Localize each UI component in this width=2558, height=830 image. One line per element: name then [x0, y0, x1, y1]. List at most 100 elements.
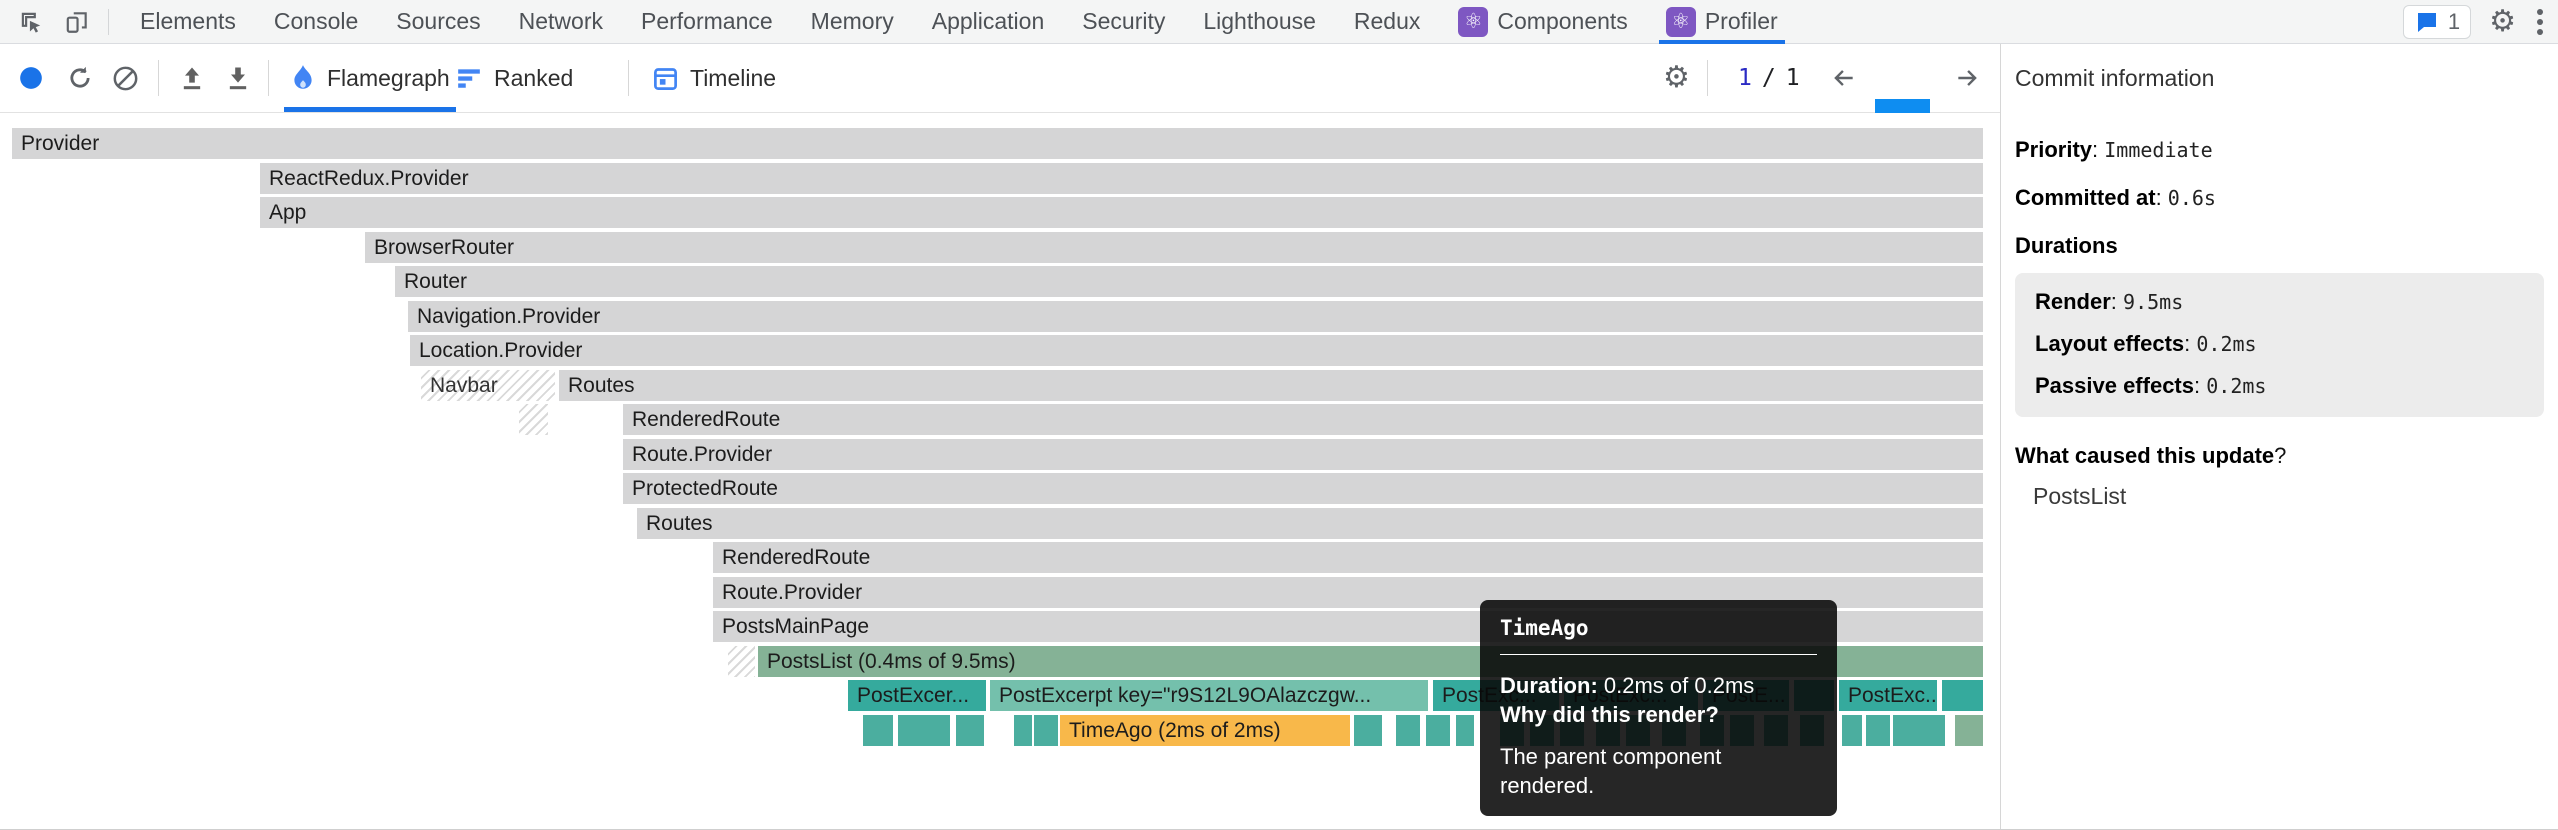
tab-timeline-label: Timeline [690, 65, 776, 92]
flame-bar[interactable] [1893, 715, 1911, 746]
tab-label: Elements [140, 8, 236, 35]
tab-performance[interactable]: Performance [622, 0, 792, 44]
ranked-bars-icon [455, 65, 483, 91]
flame-bar[interactable] [1842, 715, 1862, 746]
flame-bar[interactable] [1942, 680, 1983, 711]
settings-gear-icon[interactable]: ⚙ [2489, 7, 2516, 37]
tab-redux[interactable]: Redux [1335, 0, 1439, 44]
flame-bar-renderedroute[interactable]: RenderedRoute [713, 542, 1983, 573]
tab-profiler[interactable]: ⚛Profiler [1647, 0, 1797, 44]
flame-bar-route-provider[interactable]: Route.Provider [623, 439, 1983, 470]
what-caused-heading: What caused this update? [2015, 443, 2544, 469]
devtools-window: Elements ConsoleSourcesNetworkPerformance… [0, 0, 2558, 830]
commit-current[interactable]: 1 [1738, 65, 1752, 91]
caused-list: PostsList [2015, 483, 2544, 510]
tab-memory[interactable]: Memory [792, 0, 913, 44]
tab-label: Lighthouse [1203, 8, 1316, 35]
flame-bar-browserrouter[interactable]: BrowserRouter [365, 232, 1983, 263]
flame-bar-postexcer[interactable]: PostExcer... [848, 680, 986, 711]
tooltip-component-name: TimeAgo [1500, 616, 1817, 640]
render-duration-row: Render: 9.5ms [2035, 289, 2524, 315]
inspect-element-icon[interactable] [16, 7, 46, 37]
flame-bar[interactable] [1927, 715, 1945, 746]
flame-bar-app[interactable]: App [260, 197, 1983, 228]
tab-timeline[interactable]: Timeline [652, 44, 776, 112]
flame-bar-navbar[interactable]: Navbar [421, 370, 555, 401]
tab-label: Memory [811, 8, 894, 35]
toolbar-divider [268, 60, 269, 96]
flame-bar[interactable] [863, 715, 893, 746]
tooltip-duration-row: Duration: 0.2ms of 0.2ms [1500, 671, 1817, 700]
tab-network[interactable]: Network [500, 0, 622, 44]
tab-console[interactable]: Console [255, 0, 377, 44]
device-toolbar-icon[interactable] [62, 7, 92, 37]
flame-bar[interactable] [728, 646, 755, 677]
tab-ranked[interactable]: Ranked [455, 44, 573, 112]
render-label: Render [2035, 289, 2111, 314]
commit-separator: / [1762, 65, 1776, 91]
flame-bar[interactable] [519, 404, 548, 435]
reload-profile-button[interactable] [66, 44, 94, 112]
flame-bar-location-provider[interactable]: Location.Provider [410, 335, 1983, 366]
flame-bar-renderedroute[interactable]: RenderedRoute [623, 404, 1983, 435]
flame-bar[interactable] [1396, 715, 1420, 746]
flame-bar-reactredux-provider[interactable]: ReactRedux.Provider [260, 163, 1983, 194]
priority-value: Immediate [2104, 138, 2212, 162]
toolbar-divider [108, 9, 109, 35]
flame-bar[interactable] [956, 715, 984, 746]
flame-bar[interactable] [1456, 715, 1474, 746]
priority-label: Priority [2015, 137, 2092, 162]
flame-bar-router[interactable]: Router [395, 266, 1983, 297]
tab-label: Redux [1354, 8, 1420, 35]
flame-bar[interactable] [1866, 715, 1890, 746]
flame-bar[interactable] [1354, 715, 1382, 746]
flame-bar-provider[interactable]: Provider [12, 128, 1983, 159]
flame-bar[interactable] [1034, 715, 1058, 746]
flame-bar-postexc[interactable]: PostExc... [1839, 680, 1937, 711]
next-commit-button[interactable] [1952, 44, 1982, 112]
commit-info-title: Commit information [2001, 44, 2558, 113]
import-profile-icon[interactable] [178, 44, 206, 112]
issues-counter[interactable]: 1 [2403, 5, 2471, 39]
priority-row: Priority: Immediate [2015, 137, 2544, 163]
flame-bar[interactable] [1426, 715, 1450, 746]
flame-bar[interactable] [912, 715, 950, 746]
tab-lighthouse[interactable]: Lighthouse [1184, 0, 1335, 44]
layout-effects-row: Layout effects: 0.2ms [2035, 331, 2524, 357]
profiler-settings-gear-icon[interactable]: ⚙ [1663, 44, 1690, 112]
clear-profile-button[interactable] [112, 44, 139, 112]
render-value: 9.5ms [2123, 290, 2183, 314]
react-atom-icon: ⚛ [1458, 7, 1488, 37]
react-atom-icon: ⚛ [1666, 7, 1696, 37]
flame-bar[interactable] [1910, 715, 1928, 746]
previous-commit-button[interactable] [1829, 44, 1859, 112]
flame-bar-navigation-provider[interactable]: Navigation.Provider [408, 301, 1983, 332]
flame-bar-routes[interactable]: Routes [559, 370, 1983, 401]
flame-bar[interactable] [1014, 715, 1032, 746]
committed-at-label: Committed at [2015, 185, 2156, 210]
toolbar-divider [158, 60, 159, 96]
commit-total: 1 [1786, 65, 1800, 91]
tab-elements[interactable]: Elements [121, 0, 255, 44]
chat-bubble-icon [2414, 10, 2440, 34]
layout-effects-value: 0.2ms [2196, 332, 2256, 356]
durations-box: Render: 9.5ms Layout effects: 0.2ms Pass… [2015, 273, 2544, 417]
tab-application[interactable]: Application [913, 0, 1064, 44]
tab-flamegraph[interactable]: Flamegraph [290, 44, 450, 112]
tab-sources[interactable]: Sources [377, 0, 499, 44]
tab-security[interactable]: Security [1063, 0, 1184, 44]
flame-bar-routes[interactable]: Routes [637, 508, 1983, 539]
tooltip-why-value: The parent component rendered. [1500, 742, 1817, 800]
export-profile-icon[interactable] [224, 44, 252, 112]
tooltip-why-label: Why did this render? [1500, 700, 1817, 729]
tab-label: Components [1497, 8, 1627, 35]
record-button[interactable] [18, 44, 44, 112]
flame-bar-timeago-2ms-of-2ms[interactable]: TimeAgo (2ms of 2ms) [1060, 715, 1350, 746]
tab-components[interactable]: ⚛ Components [1439, 0, 1646, 44]
caused-item-postslist[interactable]: PostsList [2033, 483, 2544, 510]
flame-bar-protectedroute[interactable]: ProtectedRoute [623, 473, 1983, 504]
more-options-icon[interactable] [2536, 6, 2544, 38]
flame-bar-postexcerpt-key-r9s12l9oalazczgw[interactable]: PostExcerpt key="r9S12L9OAlazczgw... [990, 680, 1428, 711]
tab-label: Application [932, 8, 1045, 35]
flame-bar[interactable] [1955, 715, 1983, 746]
